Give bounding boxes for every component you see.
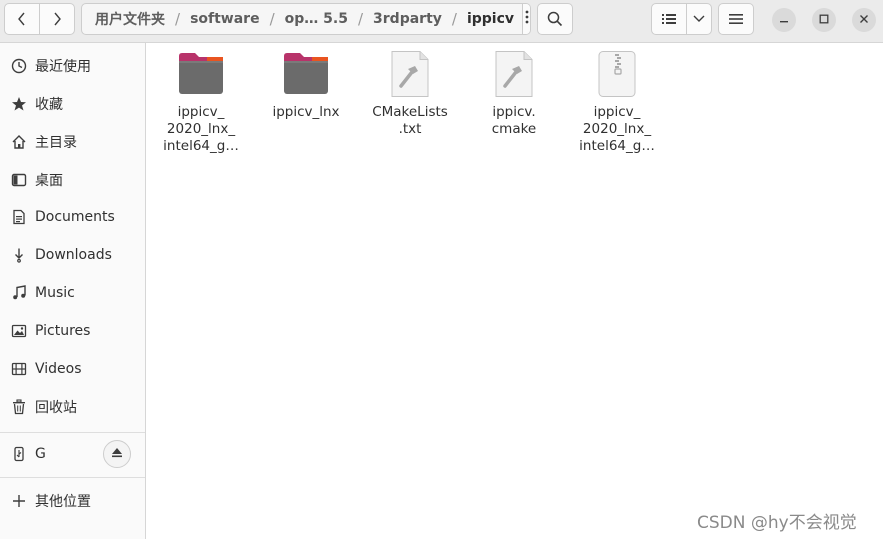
header-bar: 用户文件夹 / software / op… 5.5 / 3rdparty / … xyxy=(0,0,883,43)
breadcrumb-separator: / xyxy=(451,10,457,28)
chevron-right-icon xyxy=(51,12,63,26)
sidebar-item-label: Documents xyxy=(35,209,115,225)
sidebar-item-label: Downloads xyxy=(35,247,112,263)
sidebar-item-label: 桌面 xyxy=(35,173,63,189)
archive-icon xyxy=(593,50,641,98)
file-item-cmake[interactable]: ippicv. cmake xyxy=(464,50,564,138)
chevron-left-icon xyxy=(16,12,28,26)
home-icon xyxy=(10,133,28,151)
folder-icon xyxy=(177,50,225,98)
sidebar-item-pictures[interactable]: Pictures xyxy=(0,313,145,349)
eject-icon xyxy=(111,446,123,462)
sidebar-item-label: Videos xyxy=(35,361,82,377)
breadcrumb-home[interactable]: 用户文件夹 xyxy=(82,9,173,29)
maximize-icon xyxy=(819,12,829,28)
view-options-button[interactable] xyxy=(686,3,712,35)
picture-icon xyxy=(10,322,28,340)
file-view: ippicv_ 2020_lnx_ intel64_g… ippicv_lnx … xyxy=(146,43,883,539)
trash-icon xyxy=(10,398,28,416)
sidebar-item-recent[interactable]: 最近使用 xyxy=(0,48,145,84)
back-button[interactable] xyxy=(4,3,40,35)
build-file-icon xyxy=(386,50,434,98)
usb-drive-icon xyxy=(10,445,28,463)
plus-icon xyxy=(10,492,28,510)
search-button[interactable] xyxy=(537,3,573,35)
file-name: ippicv_lnx xyxy=(272,104,340,120)
document-icon xyxy=(10,208,28,226)
sidebar-item-label: 最近使用 xyxy=(35,59,91,75)
path-menu-button[interactable] xyxy=(522,4,530,34)
download-icon xyxy=(10,246,28,264)
breadcrumb-separator: / xyxy=(357,10,364,28)
file-name: CMakeLists .txt xyxy=(372,104,448,137)
sidebar-item-label: 主目录 xyxy=(35,135,77,151)
sidebar-item-starred[interactable]: 收藏 xyxy=(0,86,145,122)
video-icon xyxy=(10,360,28,378)
file-item-cmakelists[interactable]: CMakeLists .txt xyxy=(360,50,460,138)
file-name: ippicv_ 2020_lnx_ intel64_g… xyxy=(163,104,239,154)
minimize-icon xyxy=(779,12,789,28)
file-item-archive[interactable]: ippicv_ 2020_lnx_ intel64_g… xyxy=(567,50,667,155)
sidebar-item-music[interactable]: Music xyxy=(0,275,145,311)
star-icon xyxy=(10,95,28,113)
music-icon xyxy=(10,284,28,302)
sidebar-item-videos[interactable]: Videos xyxy=(0,351,145,387)
build-file-icon xyxy=(490,50,538,98)
path-bar: 用户文件夹 / software / op… 5.5 / 3rdparty / … xyxy=(81,3,531,35)
file-name: ippicv_ 2020_lnx_ intel64_g… xyxy=(579,104,655,154)
search-icon xyxy=(547,11,563,27)
chevron-down-icon xyxy=(693,15,705,23)
desktop-icon xyxy=(10,171,28,189)
minimize-button[interactable] xyxy=(772,8,796,32)
file-item-folder[interactable]: ippicv_ 2020_lnx_ intel64_g… xyxy=(151,50,251,155)
sidebar: 最近使用 收藏 主目录 桌面 Documents Downloads Music… xyxy=(0,43,146,539)
sidebar-item-drive-g[interactable]: G xyxy=(0,436,145,472)
sidebar-item-other-locations[interactable]: 其他位置 xyxy=(0,483,145,519)
vertical-dots-icon xyxy=(525,10,529,28)
main-menu-button[interactable] xyxy=(718,3,754,35)
sidebar-item-downloads[interactable]: Downloads xyxy=(0,237,145,273)
file-name: ippicv. cmake xyxy=(491,104,537,137)
breadcrumb-separator: / xyxy=(269,10,275,28)
clock-icon xyxy=(10,57,28,75)
sidebar-item-documents[interactable]: Documents xyxy=(0,199,145,235)
sidebar-item-trash[interactable]: 回收站 xyxy=(0,389,145,425)
sidebar-item-label: Pictures xyxy=(35,323,91,339)
sidebar-divider xyxy=(0,477,145,478)
eject-button[interactable] xyxy=(103,440,131,468)
maximize-button[interactable] xyxy=(812,8,836,32)
sidebar-item-home[interactable]: 主目录 xyxy=(0,124,145,160)
sidebar-item-label: Music xyxy=(35,285,75,301)
sidebar-item-label: G xyxy=(35,446,46,462)
sidebar-item-label: 回收站 xyxy=(35,400,77,416)
watermark: CSDN @hy不会视觉 xyxy=(697,513,857,533)
close-button[interactable] xyxy=(852,8,876,32)
close-icon xyxy=(859,12,869,28)
breadcrumb-opencv[interactable]: op… 5.5 xyxy=(277,11,356,27)
forward-button[interactable] xyxy=(39,3,75,35)
sidebar-divider xyxy=(0,432,145,433)
sidebar-item-label: 其他位置 xyxy=(35,494,91,510)
hamburger-menu-icon xyxy=(729,13,743,25)
breadcrumb-3rdparty[interactable]: 3rdparty xyxy=(365,11,450,27)
sidebar-item-label: 收藏 xyxy=(35,97,63,113)
file-item-folder[interactable]: ippicv_lnx xyxy=(256,50,356,121)
list-view-icon xyxy=(662,13,676,25)
breadcrumb-separator: / xyxy=(175,10,181,28)
breadcrumb-current[interactable]: ippicv xyxy=(459,11,522,27)
sidebar-item-desktop[interactable]: 桌面 xyxy=(0,162,145,198)
list-view-button[interactable] xyxy=(651,3,687,35)
folder-icon xyxy=(282,50,330,98)
breadcrumb-software[interactable]: software xyxy=(182,11,268,27)
